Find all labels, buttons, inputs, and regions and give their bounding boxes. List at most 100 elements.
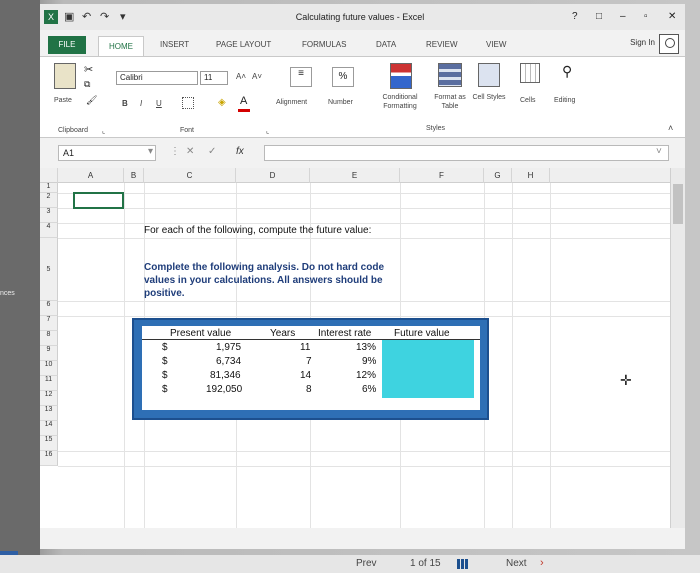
tab-review[interactable]: REVIEW (426, 40, 458, 49)
tab-page-layout[interactable]: PAGE LAYOUT (216, 40, 271, 49)
number-format-icon[interactable]: % (332, 67, 354, 87)
scrollbar-thumb[interactable] (673, 184, 683, 224)
rate-cell[interactable]: 6% (362, 384, 376, 395)
expand-formula-bar-icon[interactable]: ˅ (656, 146, 662, 157)
cells-button[interactable]: Cells (520, 97, 536, 104)
paste-label[interactable]: Paste (54, 97, 72, 104)
editing-button[interactable]: Editing (554, 97, 575, 104)
alignment-icon[interactable]: ≡ (290, 67, 312, 87)
row-header-2[interactable]: 2 (40, 193, 58, 208)
prev-page-button[interactable]: Prev (356, 558, 377, 569)
grid-view-icon[interactable] (457, 559, 469, 569)
user-icon[interactable] (659, 34, 679, 54)
select-all-corner[interactable] (40, 168, 58, 183)
font-dialog-launcher-icon[interactable]: ⌞ (266, 127, 269, 135)
alignment-button[interactable]: Alignment (276, 99, 307, 106)
copy-icon[interactable]: ⧉ (84, 79, 90, 90)
present-value-cell[interactable]: 192,050 (206, 384, 242, 395)
font-color-icon[interactable]: A (240, 95, 247, 107)
column-header-h[interactable]: H (512, 168, 550, 183)
rate-cell[interactable]: 9% (362, 356, 376, 367)
conditional-formatting-button[interactable]: Conditional Formatting (370, 93, 430, 111)
borders-icon[interactable] (182, 97, 194, 109)
binoculars-icon[interactable]: ⚲ (562, 63, 572, 80)
conditional-formatting-icon[interactable] (390, 63, 412, 89)
font-name-select[interactable]: Calibri (116, 71, 198, 85)
vertical-scrollbar[interactable] (670, 168, 685, 528)
present-value-cell[interactable]: 81,346 (210, 370, 241, 381)
row-header-3[interactable]: 3 (40, 208, 58, 223)
save-icon[interactable]: ▣ (64, 10, 74, 24)
restore-button[interactable]: ▫ (644, 11, 648, 22)
number-button[interactable]: Number (328, 99, 353, 106)
rate-cell[interactable]: 13% (356, 342, 376, 353)
column-header-g[interactable]: G (484, 168, 512, 183)
redo-button[interactable]: ↷ (100, 10, 109, 24)
years-cell[interactable]: 14 (300, 370, 311, 381)
row-header-7[interactable]: 7 (40, 316, 58, 331)
row-header-1[interactable]: 1 (40, 183, 58, 193)
insert-function-button[interactable]: fx (236, 146, 244, 157)
format-painter-icon[interactable]: 🖌 (86, 95, 97, 106)
next-page-button[interactable]: Next (506, 558, 527, 569)
row-header-8[interactable]: 8 (40, 331, 58, 346)
present-value-cell[interactable]: 1,975 (216, 342, 241, 353)
row-header-6[interactable]: 6 (40, 301, 58, 316)
row-header-15[interactable]: 15 (40, 436, 58, 451)
dialog-launcher-icon[interactable]: ⌞ (102, 127, 105, 135)
row-header-13[interactable]: 13 (40, 406, 58, 421)
italic-button[interactable]: I (140, 99, 142, 108)
paste-icon[interactable] (54, 63, 76, 89)
row-header-16[interactable]: 16 (40, 451, 58, 466)
name-box-dropdown-icon[interactable]: ▾ (148, 146, 153, 157)
years-cell[interactable]: 7 (306, 356, 312, 367)
next-arrow-icon[interactable]: › (540, 557, 544, 569)
row-header-14[interactable]: 14 (40, 421, 58, 436)
tab-formulas[interactable]: FORMULAS (302, 40, 346, 49)
years-cell[interactable]: 11 (300, 342, 310, 353)
row-header-12[interactable]: 12 (40, 391, 58, 406)
tab-home[interactable]: HOME (98, 36, 144, 56)
rate-cell[interactable]: 12% (356, 370, 376, 381)
column-header-c[interactable]: C (144, 168, 236, 183)
cells-icon[interactable] (520, 63, 540, 83)
underline-button[interactable]: U (156, 99, 162, 108)
format-as-table-button[interactable]: Format as Table (428, 93, 472, 111)
column-header-b[interactable]: B (124, 168, 144, 183)
cell-styles-button[interactable]: Cell Styles (472, 93, 506, 102)
name-box[interactable]: A1 (58, 145, 156, 161)
sign-in-link[interactable]: Sign In (630, 38, 655, 47)
formula-input[interactable] (264, 145, 669, 161)
row-header-4[interactable]: 4 (40, 223, 58, 238)
minimize-button[interactable]: – (620, 11, 626, 22)
row-header-11[interactable]: 11 (40, 376, 58, 391)
tab-view[interactable]: VIEW (486, 40, 506, 49)
shrink-font-button[interactable]: A˅ (252, 72, 262, 81)
cancel-entry-button[interactable]: ✕ (186, 146, 194, 157)
cut-icon[interactable]: ✂ (84, 63, 93, 76)
grow-font-button[interactable]: A˄ (236, 72, 246, 81)
row-header-9[interactable]: 9 (40, 346, 58, 361)
collapse-ribbon-icon[interactable]: ˄ (668, 123, 673, 133)
help-button[interactable]: ? (572, 11, 578, 22)
undo-button[interactable]: ↶ (82, 10, 91, 24)
column-header-e[interactable]: E (310, 168, 400, 183)
format-as-table-icon[interactable] (438, 63, 462, 87)
row-header-10[interactable]: 10 (40, 361, 58, 376)
column-header-f[interactable]: F (400, 168, 484, 183)
column-header-a[interactable]: A (58, 168, 124, 183)
worksheet-grid[interactable]: A B C D E F G H 1 2 3 4 5 6 7 8 9 10 11 (40, 168, 685, 528)
tab-data[interactable]: DATA (376, 40, 396, 49)
close-button[interactable]: ✕ (668, 11, 676, 22)
future-value-input-cells[interactable] (382, 340, 474, 398)
active-cell-a1[interactable] (73, 192, 124, 209)
years-cell[interactable]: 8 (306, 384, 312, 395)
ribbon-display-button[interactable]: □ (596, 11, 602, 22)
column-header-d[interactable]: D (236, 168, 310, 183)
present-value-cell[interactable]: 6,734 (216, 356, 241, 367)
bold-button[interactable]: B (122, 99, 128, 108)
tab-insert[interactable]: INSERT (160, 40, 189, 49)
cell-styles-icon[interactable] (478, 63, 500, 87)
confirm-entry-button[interactable]: ✓ (208, 146, 216, 157)
fill-color-icon[interactable]: ◈ (218, 97, 226, 108)
